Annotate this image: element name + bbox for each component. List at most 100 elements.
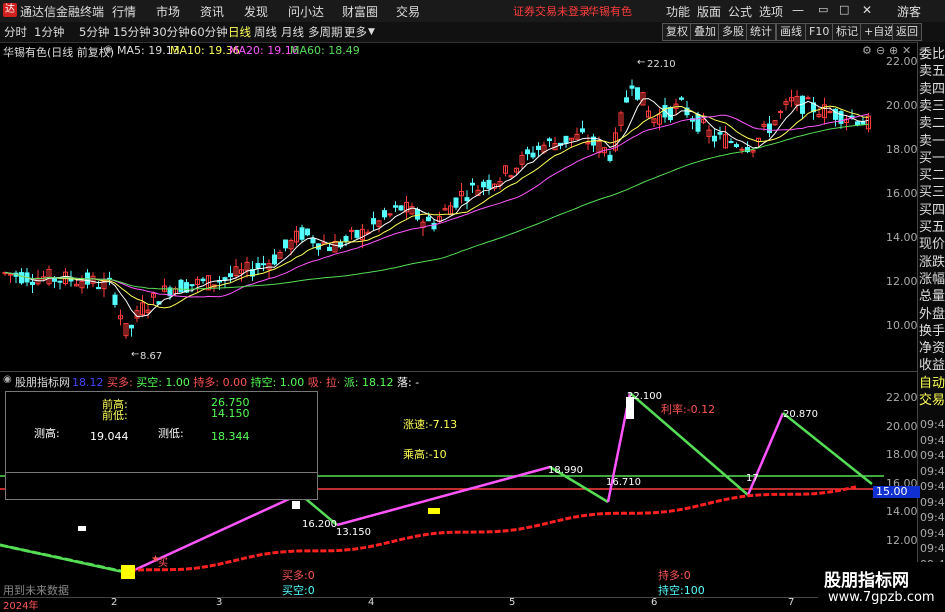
xaxis-mar: 3 (216, 597, 223, 608)
ride-high-label: 乘高:-10 (403, 448, 447, 461)
menu-faxian[interactable]: 发现 (244, 3, 268, 20)
peak-label-3: 16.200 (302, 519, 337, 530)
biaoji-button[interactable]: 标记 (832, 23, 862, 41)
tab-multi[interactable]: 多周期 (308, 24, 343, 40)
side-label-13[interactable]: 涨幅 (919, 271, 945, 288)
candle-body (200, 278, 206, 282)
back-button[interactable]: 返回 (892, 23, 922, 41)
pane-divider (0, 371, 917, 372)
app-title: 通达信金融终端 (20, 5, 105, 19)
info-box: 前高: 26.750 前低: 14.150 测高: 19.044 测低: 18.… (5, 391, 318, 500)
menu-hangqing[interactable]: 行情 (112, 3, 136, 20)
current-level-badge: 15.00 (873, 486, 920, 498)
side-time-0: 09:45 (920, 418, 945, 431)
price-tick-2: 18.00 (886, 143, 918, 156)
candle-body (129, 324, 134, 329)
side-label-4[interactable]: 卖二 (919, 115, 945, 132)
measure-high-label: 测高: (34, 427, 60, 440)
indicator-toggle-icon[interactable]: ◉ (3, 374, 12, 385)
side-label-15[interactable]: 外盘 (919, 306, 945, 323)
diejia-button[interactable]: 叠加 (690, 23, 720, 41)
duogu-button[interactable]: 多股 (718, 23, 748, 41)
more-arrow-icon[interactable]: ▼ (368, 27, 375, 37)
candle-body (805, 97, 811, 100)
candle-body (354, 229, 360, 238)
fullscreen-icon[interactable]: □ (839, 3, 849, 16)
side-label-7[interactable]: 买二 (919, 167, 945, 184)
menu-caifuquan[interactable]: 财富圈 (342, 3, 378, 20)
measure-high-value: 19.044 (90, 430, 129, 443)
side-label-10[interactable]: 买五 (919, 219, 945, 236)
candlestick-chart[interactable] (0, 56, 884, 396)
candle-body (481, 181, 486, 188)
side-label-1[interactable]: 卖五 (919, 63, 945, 80)
side-time-8: 09:46 (920, 542, 945, 555)
candle-body (547, 138, 552, 142)
candle-body (464, 197, 470, 202)
side-label-14[interactable]: 总量 (919, 288, 945, 305)
speed-label: 涨速:-7.13 (403, 418, 458, 431)
candle-body (629, 85, 635, 89)
minimize-icon[interactable]: — (792, 3, 804, 17)
trade-status[interactable]: 证券交易未登录 (513, 3, 590, 19)
low-price-label: 8.67 (140, 351, 163, 362)
side-label-2[interactable]: 卖四 (919, 81, 945, 98)
candle-body (398, 205, 404, 211)
side-label-6[interactable]: 买一 (919, 150, 945, 167)
menu-zixun[interactable]: 资讯 (200, 3, 224, 20)
signal-block (78, 526, 86, 531)
candle-body (189, 284, 195, 287)
tab-15min[interactable]: 15分钟 (113, 24, 151, 40)
menu-shichang[interactable]: 市场 (156, 3, 180, 20)
side-label-8[interactable]: 买三 (919, 184, 945, 201)
window-icon[interactable]: ▭ (818, 3, 828, 16)
candle-body (19, 272, 24, 284)
side-label-18[interactable]: 收益 (919, 357, 945, 374)
ind-tick-5: 12.00 (886, 533, 918, 547)
candle-body (299, 227, 305, 240)
candle-body (96, 287, 101, 290)
side-label-5[interactable]: 卖一 (919, 133, 945, 150)
candle-body (393, 205, 398, 208)
tab-30min[interactable]: 30分钟 (152, 24, 190, 40)
ma-toggle-icon[interactable]: ◉ (104, 44, 113, 55)
menu-gongneng[interactable]: 功能 (666, 3, 690, 20)
menu-gongshi[interactable]: 公式 (728, 3, 752, 20)
ma20-line (4, 113, 869, 298)
tongji-button[interactable]: 统计 (746, 23, 776, 41)
f10-button[interactable]: F10 (805, 23, 834, 41)
side-label-0[interactable]: 委比 (919, 46, 945, 63)
candle-body (327, 246, 332, 252)
high-arrow-icon: ← (637, 57, 646, 68)
tab-weekly[interactable]: 周线 (254, 24, 277, 40)
fuquan-button[interactable]: 复权 (662, 23, 692, 41)
side-label-9[interactable]: 买四 (919, 202, 945, 219)
menu-banmian[interactable]: 版面 (697, 3, 721, 20)
side-label-17[interactable]: 净资 (919, 340, 945, 357)
menu-xuanxiang[interactable]: 选项 (759, 3, 783, 20)
tab-daily[interactable]: 日线 (228, 24, 251, 40)
trough-label-3: 17 (746, 473, 759, 484)
menu-jiaoyi[interactable]: 交易 (396, 3, 420, 20)
tab-monthly[interactable]: 月线 (281, 24, 304, 40)
candle-body (470, 182, 475, 186)
huaxian-button[interactable]: 画线 (776, 23, 806, 41)
side-label-19[interactable]: 自动 (919, 375, 945, 392)
side-label-20[interactable]: 交易 (919, 392, 945, 409)
tab-60min[interactable]: 60分钟 (190, 24, 228, 40)
close-icon[interactable]: ✕ (862, 3, 872, 17)
side-label-16[interactable]: 换手 (919, 323, 945, 340)
menu-wenxiaoda[interactable]: 问小达 (288, 3, 324, 20)
candle-body (415, 208, 420, 220)
tab-5min[interactable]: 5分钟 (79, 24, 109, 40)
guest-label[interactable]: 游客 (897, 3, 921, 20)
side-label-11[interactable]: 现价 (919, 236, 945, 253)
tab-more[interactable]: 更多 (344, 24, 367, 40)
signal-block (428, 508, 440, 514)
candle-body (739, 148, 745, 151)
tab-1min[interactable]: 1分钟 (34, 24, 64, 40)
candle-body (305, 228, 310, 236)
side-label-12[interactable]: 涨跌 (919, 254, 945, 271)
tab-fenshi[interactable]: 分时 (4, 24, 27, 40)
side-label-3[interactable]: 卖三 (919, 98, 945, 115)
